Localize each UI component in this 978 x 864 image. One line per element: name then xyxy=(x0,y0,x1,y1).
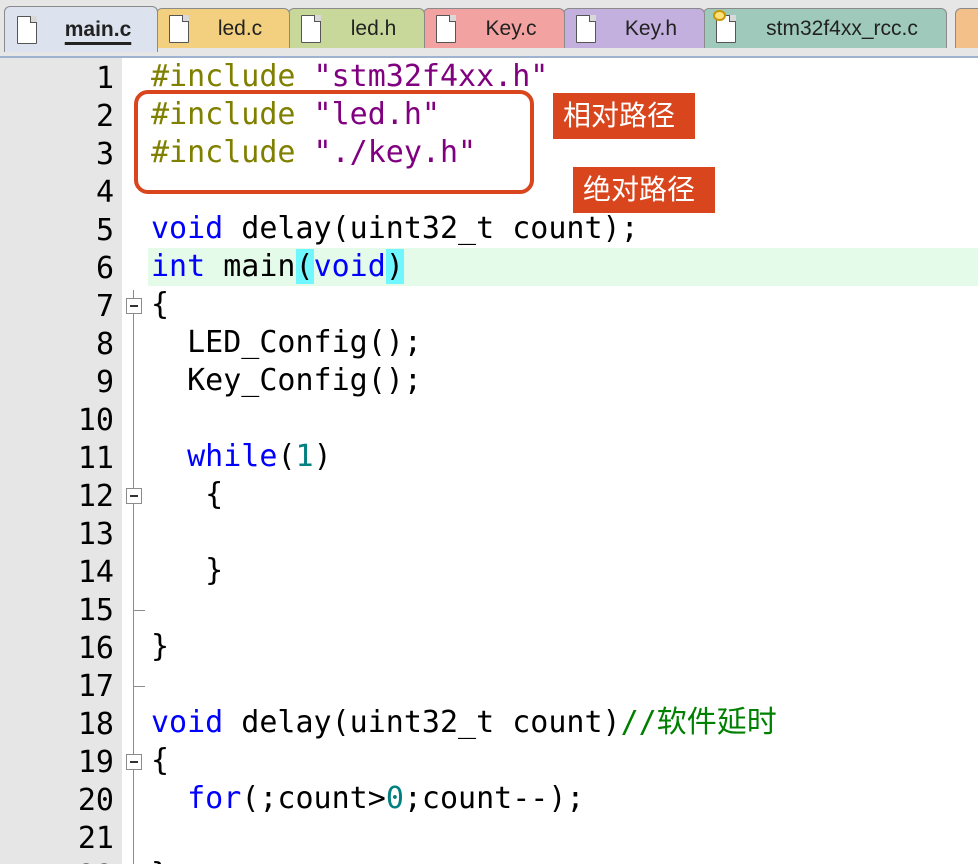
line-number: 7 xyxy=(95,289,114,324)
line-number: 12 xyxy=(77,479,114,514)
tab-stm32f4xx-rcc-c[interactable]: stm32f4xx_rcc.c xyxy=(703,8,947,48)
fold-guide-line xyxy=(133,290,134,864)
code-line-19: { xyxy=(151,743,170,778)
brace-match-close: ) xyxy=(385,249,404,284)
keyword-token: for xyxy=(187,781,242,816)
fold-collapse-icon[interactable] xyxy=(126,488,142,504)
keyword-token: void xyxy=(151,705,224,740)
code-line-12: { xyxy=(151,477,224,512)
code-text: ;count--); xyxy=(403,781,585,816)
line-number: 20 xyxy=(77,783,114,818)
line-number: 21 xyxy=(77,821,114,856)
file-icon xyxy=(436,14,456,43)
number-token: 0 xyxy=(385,781,404,816)
line-number: 18 xyxy=(77,707,114,742)
keyword-token: void xyxy=(313,249,386,284)
line-number: 10 xyxy=(77,403,114,438)
fold-end-marker xyxy=(133,686,145,687)
code-line-20: for(;count>0;count--); xyxy=(151,780,585,818)
code-line-22: } xyxy=(151,856,169,864)
absolute-path-label: 绝对路径 xyxy=(573,167,715,213)
code-text: main xyxy=(205,249,296,284)
line-number: 5 xyxy=(95,213,114,248)
code-text: ) xyxy=(313,439,332,474)
code-line-6: int main(void) xyxy=(151,248,404,286)
code-line-8: LED_Config(); xyxy=(151,325,422,360)
keyword-token: void xyxy=(151,211,224,246)
fold-collapse-icon[interactable] xyxy=(126,298,142,314)
fold-collapse-icon[interactable] xyxy=(126,754,142,770)
preprocessor-token: #include xyxy=(151,59,296,88)
line-number: 6 xyxy=(95,251,114,286)
code-line-18: void delay(uint32_t count)//软件延时 xyxy=(151,704,777,742)
code-line-7: { xyxy=(151,287,170,322)
line-number: 4 xyxy=(95,175,114,210)
file-icon xyxy=(169,14,189,43)
keyword-token: int xyxy=(151,249,206,284)
tab-label: led.c xyxy=(217,16,263,40)
number-token: 1 xyxy=(295,439,314,474)
tab-key-c[interactable]: Key.c xyxy=(423,8,565,48)
line-number: 3 xyxy=(95,137,114,172)
relative-path-label: 相对路径 xyxy=(553,93,695,139)
tab-label: main.c xyxy=(64,17,132,41)
line-number: 14 xyxy=(77,555,114,590)
comment-token: //软件延时 xyxy=(620,705,777,740)
file-icon xyxy=(17,15,37,44)
code-line-5: void delay(uint32_t count); xyxy=(151,210,639,248)
code-text: delay(uint32_t count) xyxy=(223,705,621,740)
tab-label: led.h xyxy=(350,16,397,40)
line-number: 2 xyxy=(95,99,114,134)
tab-main-c[interactable]: main.c xyxy=(4,6,158,52)
code-text: ( xyxy=(277,439,296,474)
code-line-1: #include "stm32f4xx.h" xyxy=(151,58,548,88)
tab-led-c[interactable]: led.c xyxy=(156,8,290,48)
code-text: delay(uint32_t count); xyxy=(223,211,639,246)
line-number: 9 xyxy=(95,365,114,400)
line-number: 22 xyxy=(0,858,114,864)
line-number: 13 xyxy=(77,517,114,552)
file-icon xyxy=(301,14,321,43)
file-icon xyxy=(576,14,596,43)
line-number: 15 xyxy=(77,593,114,628)
line-number: 19 xyxy=(77,745,114,780)
line-number: 1 xyxy=(95,61,114,96)
tab-overflow[interactable] xyxy=(955,8,978,48)
code-line-9: Key_Config(); xyxy=(151,363,422,398)
line-number: 17 xyxy=(77,669,114,704)
code-line-16: } xyxy=(151,629,170,664)
code-line-11: while(1) xyxy=(151,438,332,476)
brace-match-open: ( xyxy=(295,249,314,284)
include-annotation-box xyxy=(134,90,534,194)
line-number: 11 xyxy=(77,441,114,476)
code-text: (;count> xyxy=(241,781,386,816)
tab-label: Key.c xyxy=(485,16,537,40)
tab-label: stm32f4xx_rcc.c xyxy=(766,16,918,40)
keyword-token: while xyxy=(187,439,278,474)
line-number: 8 xyxy=(95,327,114,362)
file-tab-bar: stm32f4xx_rcc.c Key.h Key.c led.h led.c … xyxy=(0,0,978,58)
line-number: 16 xyxy=(77,631,114,666)
tab-key-h[interactable]: Key.h xyxy=(563,8,705,48)
file-key-icon xyxy=(713,9,736,43)
tab-label: Key.h xyxy=(624,16,678,40)
string-token: "stm32f4xx.h" xyxy=(295,59,549,88)
code-line-14: } xyxy=(151,553,224,588)
tab-led-h[interactable]: led.h xyxy=(288,8,425,48)
line-number-gutter: 1 2 3 4 5 6 7 8 9 10 11 12 13 14 15 16 1… xyxy=(0,58,122,864)
fold-end-marker xyxy=(133,610,145,611)
